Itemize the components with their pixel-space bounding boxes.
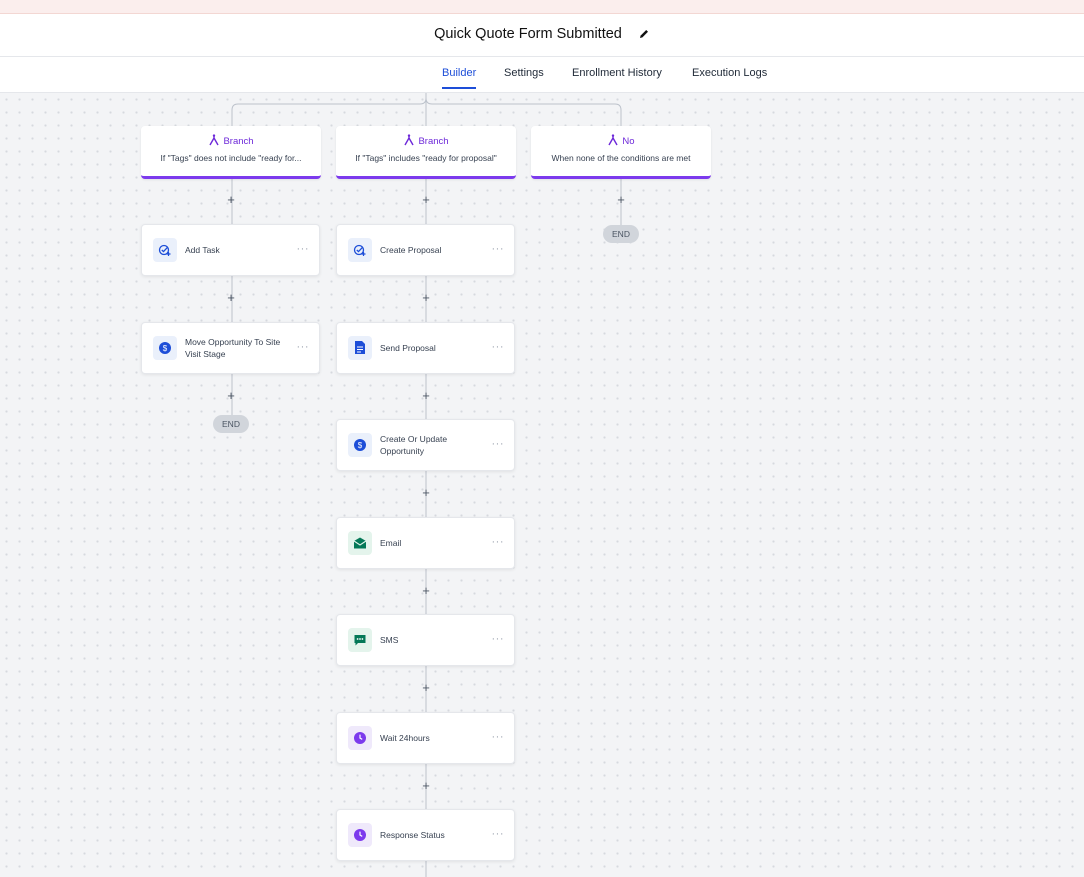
action-node-label: Move Opportunity To Site Visit Stage (185, 336, 281, 359)
add-step-button[interactable]: + (419, 486, 433, 500)
add-step-button[interactable]: + (419, 291, 433, 305)
email-icon (348, 530, 372, 555)
branch-card[interactable]: Branch If "Tags" does not include "ready … (141, 126, 321, 179)
dollar-icon: $ (348, 433, 372, 457)
branch-split-icon (607, 134, 619, 149)
action-node-label: SMS (380, 635, 399, 645)
clock-icon (348, 823, 372, 847)
action-node[interactable]: $ Create Or Update Opportunity ··· (336, 419, 515, 471)
more-options-icon[interactable]: ··· (492, 341, 505, 352)
add-step-button[interactable]: + (224, 193, 238, 207)
branch-title: No (622, 136, 635, 147)
dollar-icon: $ (153, 335, 177, 360)
end-marker: END (213, 414, 249, 433)
workflow-header: Quick Quote Form Submitted (0, 14, 1084, 57)
document-icon (348, 335, 372, 360)
branch-split-icon (403, 134, 415, 149)
branch-condition: If "Tags" does not include "ready for... (160, 153, 302, 163)
action-node-label: Wait 24hours (380, 732, 430, 743)
more-options-icon[interactable]: ··· (492, 731, 505, 742)
more-options-icon[interactable]: ··· (492, 244, 505, 255)
action-node[interactable]: SMS ··· (336, 614, 515, 666)
action-node-label: Email (380, 537, 402, 548)
tab-enrollment-history[interactable]: Enrollment History (572, 67, 662, 79)
action-node[interactable]: $ Move Opportunity To Site Visit Stage ··· (141, 321, 320, 374)
action-node[interactable]: Response Status ··· (336, 809, 515, 861)
svg-text:$: $ (163, 344, 168, 353)
more-options-icon[interactable]: ··· (297, 244, 310, 255)
workflow-title: Quick Quote Form Submitted (434, 26, 622, 42)
action-node-label: Add Task (185, 245, 220, 255)
sms-icon (348, 628, 372, 652)
task-check-icon (348, 238, 372, 262)
task-check-icon (153, 238, 177, 262)
action-node-label: Response Status (380, 830, 445, 840)
connector-lines (231, 93, 622, 877)
action-node[interactable]: Create Proposal ··· (336, 224, 515, 276)
branch-condition: When none of the conditions are met (551, 153, 691, 163)
add-step-button[interactable]: + (419, 584, 433, 598)
branch-header: Branch (141, 134, 321, 149)
tab-execution-logs[interactable]: Execution Logs (692, 67, 767, 79)
end-marker: END (603, 225, 639, 243)
add-step-button[interactable]: + (419, 193, 433, 207)
add-step-button[interactable]: + (419, 389, 433, 403)
branch-condition: If "Tags" includes "ready for proposal" (355, 153, 497, 163)
action-node[interactable]: Send Proposal ··· (336, 321, 515, 374)
top-banner-strip (0, 0, 1084, 14)
action-node-label: Create Or Update Opportunity (380, 434, 448, 456)
branch-card[interactable]: No When none of the conditions are met (531, 126, 711, 179)
action-node-label: Send Proposal (380, 342, 436, 353)
more-options-icon[interactable]: ··· (492, 634, 505, 645)
branch-header: No (531, 134, 711, 149)
action-node-label: Create Proposal (380, 245, 442, 255)
branch-title: Branch (223, 136, 254, 147)
add-step-button[interactable]: + (224, 291, 238, 305)
action-node[interactable]: Add Task ··· (141, 224, 320, 276)
add-step-button[interactable]: + (614, 193, 628, 207)
add-step-button[interactable]: + (224, 389, 238, 403)
more-options-icon[interactable]: ··· (492, 536, 505, 547)
branch-title: Branch (418, 136, 449, 147)
action-node[interactable]: Email ··· (336, 516, 515, 569)
branch-header: Branch (336, 134, 516, 149)
add-step-button[interactable]: + (419, 779, 433, 793)
action-node[interactable]: Wait 24hours ··· (336, 711, 515, 764)
add-step-button[interactable]: + (419, 681, 433, 695)
tab-bar: Builder Settings Enrollment History Exec… (0, 57, 1084, 93)
clock-icon (348, 725, 372, 750)
branch-card[interactable]: Branch If "Tags" includes "ready for prop… (336, 126, 516, 179)
more-options-icon[interactable]: ··· (297, 341, 310, 352)
workflow-canvas[interactable]: Branch If "Tags" does not include "ready … (0, 93, 1084, 877)
svg-text:$: $ (358, 441, 363, 450)
branch-split-icon (208, 134, 220, 149)
more-options-icon[interactable]: ··· (492, 829, 505, 840)
edit-pencil-icon[interactable] (638, 28, 650, 44)
more-options-icon[interactable]: ··· (492, 439, 505, 450)
tab-settings[interactable]: Settings (504, 67, 544, 79)
tab-builder[interactable]: Builder (442, 67, 477, 89)
